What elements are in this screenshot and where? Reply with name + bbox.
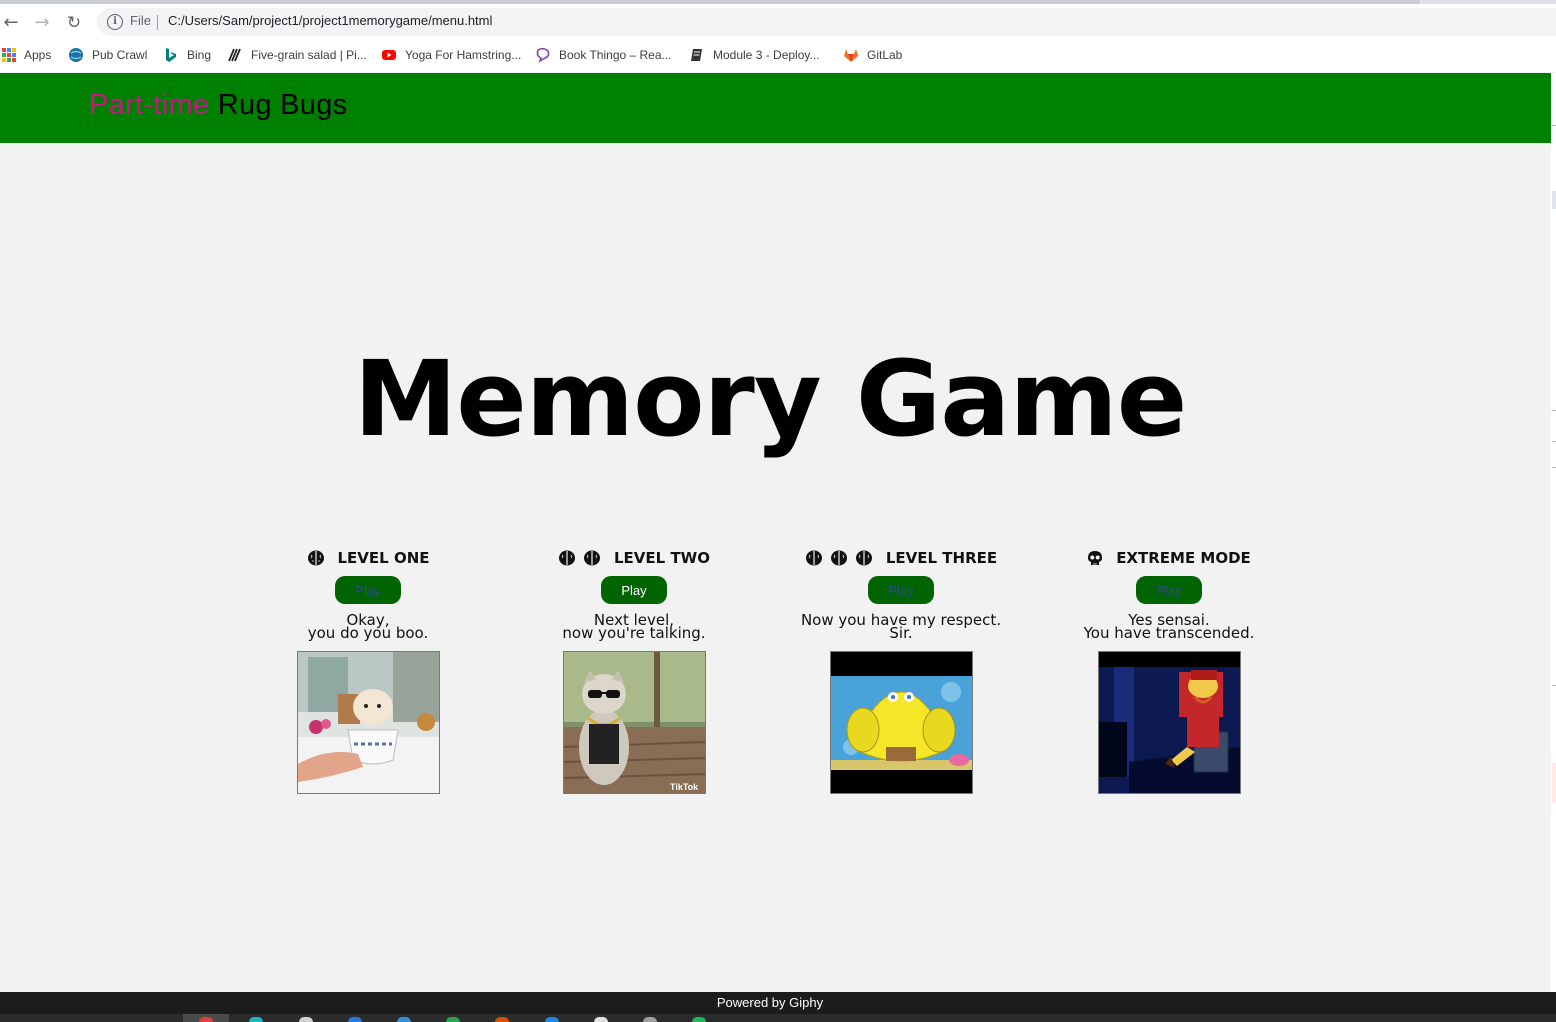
bookmark-label: Bing [187,48,212,62]
level-label: LEVEL ONE [337,549,430,567]
bookmarks-bar: Apps Pub Crawl Bing Five-grain salad | P… [0,40,1556,72]
bookmark-label: Five-grain salad | Pi... [251,48,367,62]
footer-credit: Powered by Giphy [716,995,824,1010]
level-description: Yes sensai. You have transcended. [1049,613,1289,642]
play-level-two-button[interactable]: Play [601,576,667,604]
level-description: Okay, you do you boo. [248,613,488,642]
address-bar[interactable]: i File C:/Users/Sam/project1/project1mem… [97,8,1556,36]
play-extreme-mode-button[interactable]: Play [1136,576,1202,604]
brain-icon [855,550,872,566]
site-header: Part-time Rug Bugs [0,73,1551,143]
globe-icon [69,48,83,62]
level-card-two: LEVEL TWO Play Next level, now you're ta… [514,548,754,794]
brain-icon [805,550,822,566]
taskbar-app-icon[interactable] [692,1017,706,1022]
page-footer: Powered by Giphy [0,992,1556,1014]
url-text[interactable]: C:/Users/Sam/project1/project1memorygame… [168,13,492,28]
brain-icon [559,550,575,566]
taskbar-app-icon[interactable] [397,1017,411,1022]
play-level-one-button[interactable]: Play [335,576,401,604]
bookmark-gitlab[interactable]: GitLab [843,46,902,64]
os-taskbar [0,1014,1556,1022]
brain-icon [307,550,324,566]
apps-grid-icon [2,48,16,62]
level-gif-cat: TikTok [562,651,706,794]
taskbar-app-icon[interactable] [446,1017,460,1022]
level-description: Now you have my respect. Sir. [781,613,1021,641]
page-title: Memory Game [353,338,1188,460]
info-icon[interactable]: i [107,14,123,30]
level-label: EXTREME MODE [1116,549,1251,567]
level-card-extreme: EXTREME MODE Play Yes sensai. You have t… [1049,548,1289,794]
brain-icon [584,550,600,566]
level-description: Next level, now you're talking. [514,613,754,642]
level-gif-sponge [829,651,973,794]
level-heading: LEVEL THREE [781,548,1021,568]
fork-icon [228,48,241,62]
level-card-three: LEVEL THREE Play Now you have my respect… [781,548,1021,794]
bookmark-book-thingo[interactable]: Book Thingo – Rea... [535,46,672,64]
bookmark-label: GitLab [867,48,903,62]
skull-icon [1088,551,1103,565]
youtube-icon [382,50,396,60]
play-level-three-button[interactable]: Play [868,576,934,604]
bookmark-bing[interactable]: Bing [163,46,211,64]
brand-accent-text: Part-time [89,89,210,121]
level-card-one: LEVEL ONE Play Okay, you do you boo. [248,548,488,794]
bookmark-module-3[interactable]: Module 3 - Deploy... [689,46,820,64]
level-description-line: now you're talking. [562,624,706,642]
back-arrow-icon[interactable]: ← [0,12,22,34]
reload-icon[interactable]: ↻ [63,12,85,34]
chrome-taskbar-icon[interactable] [199,1017,213,1022]
level-label: LEVEL THREE [885,549,998,567]
level-gif-old-man [1097,651,1241,794]
chat-bubble-icon [536,47,550,63]
taskbar-app-icon[interactable] [545,1017,559,1022]
level-label: LEVEL TWO [614,549,710,567]
site-brand[interactable]: Part-time Rug Bugs [89,89,347,122]
taskbar-app-icon[interactable] [495,1017,509,1022]
taskbar-app-icon[interactable] [594,1017,608,1022]
taskbar-app-icon[interactable] [299,1017,313,1022]
bookmark-apps[interactable]: Apps [2,46,51,64]
notebook-icon [691,49,702,61]
bookmark-label: Book Thingo – Rea... [559,48,672,62]
bookmark-yoga[interactable]: Yoga For Hamstring... [381,46,521,64]
bing-icon [166,48,176,62]
level-heading: LEVEL ONE [248,548,488,568]
taskbar-app-icon[interactable] [249,1017,263,1022]
url-scheme-label: File [130,13,151,28]
taskbar-app-icon[interactable] [643,1017,657,1022]
forward-arrow-icon[interactable]: → [31,12,53,34]
brain-icon [830,550,847,566]
taskbar-app-icon[interactable] [348,1017,362,1022]
level-heading: EXTREME MODE [1049,548,1289,568]
bookmark-five-grain-salad[interactable]: Five-grain salad | Pi... [227,46,367,64]
bookmark-label: Apps [24,48,52,62]
level-heading: LEVEL TWO [514,548,754,568]
bookmark-label: Yoga For Hamstring... [405,48,522,62]
level-description-line: you do you boo. [307,624,429,642]
bookmark-pub-crawl[interactable]: Pub Crawl [68,46,147,64]
level-description-line: You have transcended. [1083,624,1255,642]
address-divider [157,15,158,30]
brand-main-text: Rug Bugs [217,89,348,121]
page-scroll-edge [1551,73,1556,992]
svg-text:TikTok: TikTok [670,782,699,792]
bookmark-label: Module 3 - Deploy... [713,48,820,62]
level-gif-puppy [296,651,440,794]
bookmark-label: Pub Crawl [92,48,148,62]
gitlab-icon [844,49,858,62]
browser-toolbar: ← → ↻ i File C:/Users/Sam/project1/proje… [0,4,1556,40]
